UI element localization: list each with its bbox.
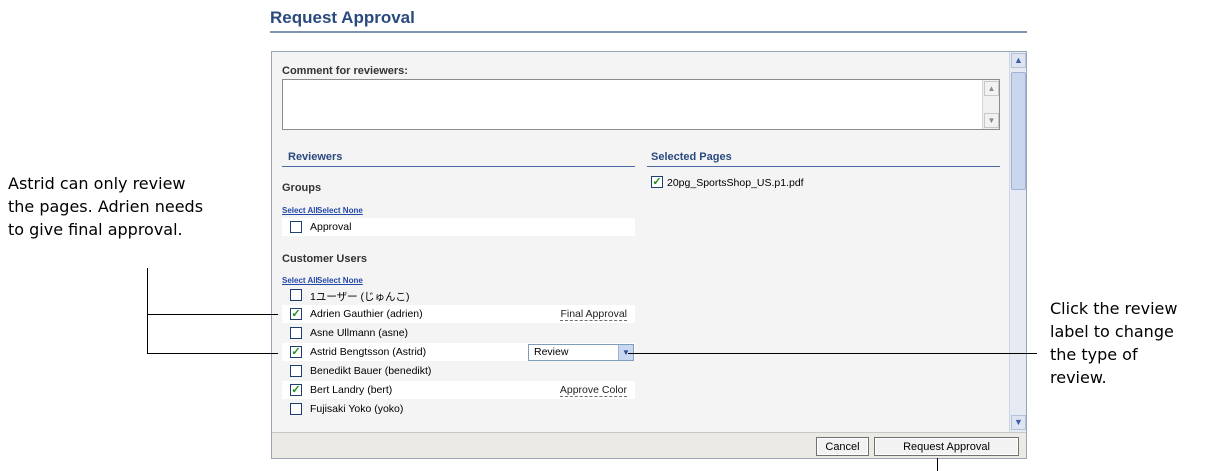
- request-approval-dialog: Comment for reviewers: ▲ ▼ Reviewers Gro…: [271, 51, 1027, 459]
- left-annotation: Astrid can only review the pages. Adrien…: [8, 172, 203, 241]
- request-approval-button[interactable]: Request Approval: [874, 437, 1019, 456]
- user-row: ✓ Adrien Gauthier (adrien) Final Approva…: [282, 305, 635, 323]
- right-annotation: Click the review label to change the typ…: [1050, 297, 1177, 389]
- arrow-down-icon[interactable]: ▼: [1011, 415, 1026, 430]
- callout-line: [937, 458, 938, 471]
- comment-scrollbar[interactable]: ▲ ▼: [982, 80, 999, 129]
- user-row: Benedikt Bauer (benedikt): [282, 362, 635, 380]
- user-checkbox[interactable]: ✓: [290, 308, 302, 320]
- groups-select-all-link[interactable]: Select All: [282, 206, 318, 215]
- reviewers-heading: Reviewers: [288, 151, 343, 163]
- cancel-button[interactable]: Cancel: [816, 437, 869, 456]
- user-name: Adrien Gauthier (adrien): [310, 308, 423, 320]
- annotation-line: Click the review: [1050, 299, 1178, 318]
- reviewers-divider: [282, 166, 635, 167]
- checkmark-icon: ✓: [652, 176, 662, 188]
- dialog-button-bar: Cancel Request Approval: [272, 432, 1026, 458]
- title-divider: [270, 31, 1027, 33]
- comment-textarea[interactable]: ▲ ▼: [282, 79, 1000, 130]
- user-checkbox[interactable]: [290, 403, 302, 415]
- user-name: 1ユーザー (じゅんこ): [310, 291, 410, 303]
- user-name: Asne Ullmann (asne): [310, 327, 409, 339]
- group-name: Approval: [310, 221, 352, 233]
- user-name: Bert Landry (bert): [310, 384, 393, 396]
- annotation-line: the pages. Adrien needs: [8, 197, 204, 216]
- selected-pages-heading: Selected Pages: [651, 151, 732, 163]
- callout-line: [628, 353, 1037, 354]
- groups-heading: Groups: [282, 182, 322, 194]
- annotation-line: review.: [1050, 368, 1107, 387]
- callout-line: [147, 268, 148, 354]
- user-checkbox[interactable]: ✓: [290, 384, 302, 396]
- review-type-select[interactable]: Review ▼: [528, 344, 634, 361]
- selected-pages-divider: [647, 166, 1000, 167]
- user-row: 1ユーザー (じゅんこ): [282, 286, 635, 304]
- user-checkbox[interactable]: [290, 365, 302, 377]
- user-row: ✓ Bert Landry (bert) Approve Color: [282, 381, 635, 399]
- annotation-line: to give final approval.: [8, 220, 183, 239]
- review-type-label[interactable]: Approve Color: [559, 384, 627, 397]
- review-type-value: Review: [534, 346, 569, 358]
- group-row-approval: Approval: [282, 218, 635, 236]
- dialog-scrollbar[interactable]: ▲ ▼: [1009, 52, 1026, 432]
- annotation-line: label to change: [1050, 322, 1174, 341]
- selected-page-item: ✓ 20pg_SportsShop_US.p1.pdf: [651, 176, 901, 192]
- user-checkbox[interactable]: ✓: [290, 346, 302, 358]
- callout-line: [147, 314, 278, 315]
- groups-select-none-link[interactable]: Select None: [317, 206, 363, 215]
- checkmark-icon: ✓: [291, 308, 301, 320]
- review-type-label[interactable]: Final Approval: [560, 308, 627, 321]
- callout-line: [147, 353, 278, 354]
- dialog-content: Comment for reviewers: ▲ ▼ Reviewers Gro…: [272, 52, 1009, 432]
- comment-label: Comment for reviewers:: [282, 65, 408, 77]
- users-select-none-link[interactable]: Select None: [317, 276, 363, 285]
- annotation-line: the type of: [1050, 345, 1138, 364]
- arrow-down-icon[interactable]: ▼: [984, 113, 999, 128]
- scrollbar-thumb[interactable]: [1011, 72, 1026, 190]
- user-row: Fujisaki Yoko (yoko): [282, 400, 635, 418]
- annotation-line: Astrid can only review: [8, 174, 186, 193]
- group-approval-checkbox[interactable]: [290, 221, 302, 233]
- user-checkbox[interactable]: [290, 327, 302, 339]
- page-title: Request Approval: [270, 8, 415, 27]
- user-name: Astrid Bengtsson (Astrid): [310, 346, 427, 358]
- arrow-up-icon[interactable]: ▲: [984, 81, 999, 96]
- customer-users-heading: Customer Users: [282, 253, 367, 265]
- page-checkbox[interactable]: ✓: [651, 176, 663, 188]
- users-select-all-link[interactable]: Select All: [282, 276, 318, 285]
- checkmark-icon: ✓: [291, 384, 301, 396]
- page-name: 20pg_SportsShop_US.p1.pdf: [667, 177, 804, 189]
- arrow-up-icon[interactable]: ▲: [1011, 53, 1026, 68]
- checkmark-icon: ✓: [291, 346, 301, 358]
- user-row: ✓ Astrid Bengtsson (Astrid) Review ▼: [282, 343, 635, 361]
- user-name: Fujisaki Yoko (yoko): [310, 403, 404, 415]
- user-checkbox[interactable]: [290, 289, 302, 301]
- user-name: Benedikt Bauer (benedikt): [310, 365, 432, 377]
- user-row: Asne Ullmann (asne): [282, 324, 635, 342]
